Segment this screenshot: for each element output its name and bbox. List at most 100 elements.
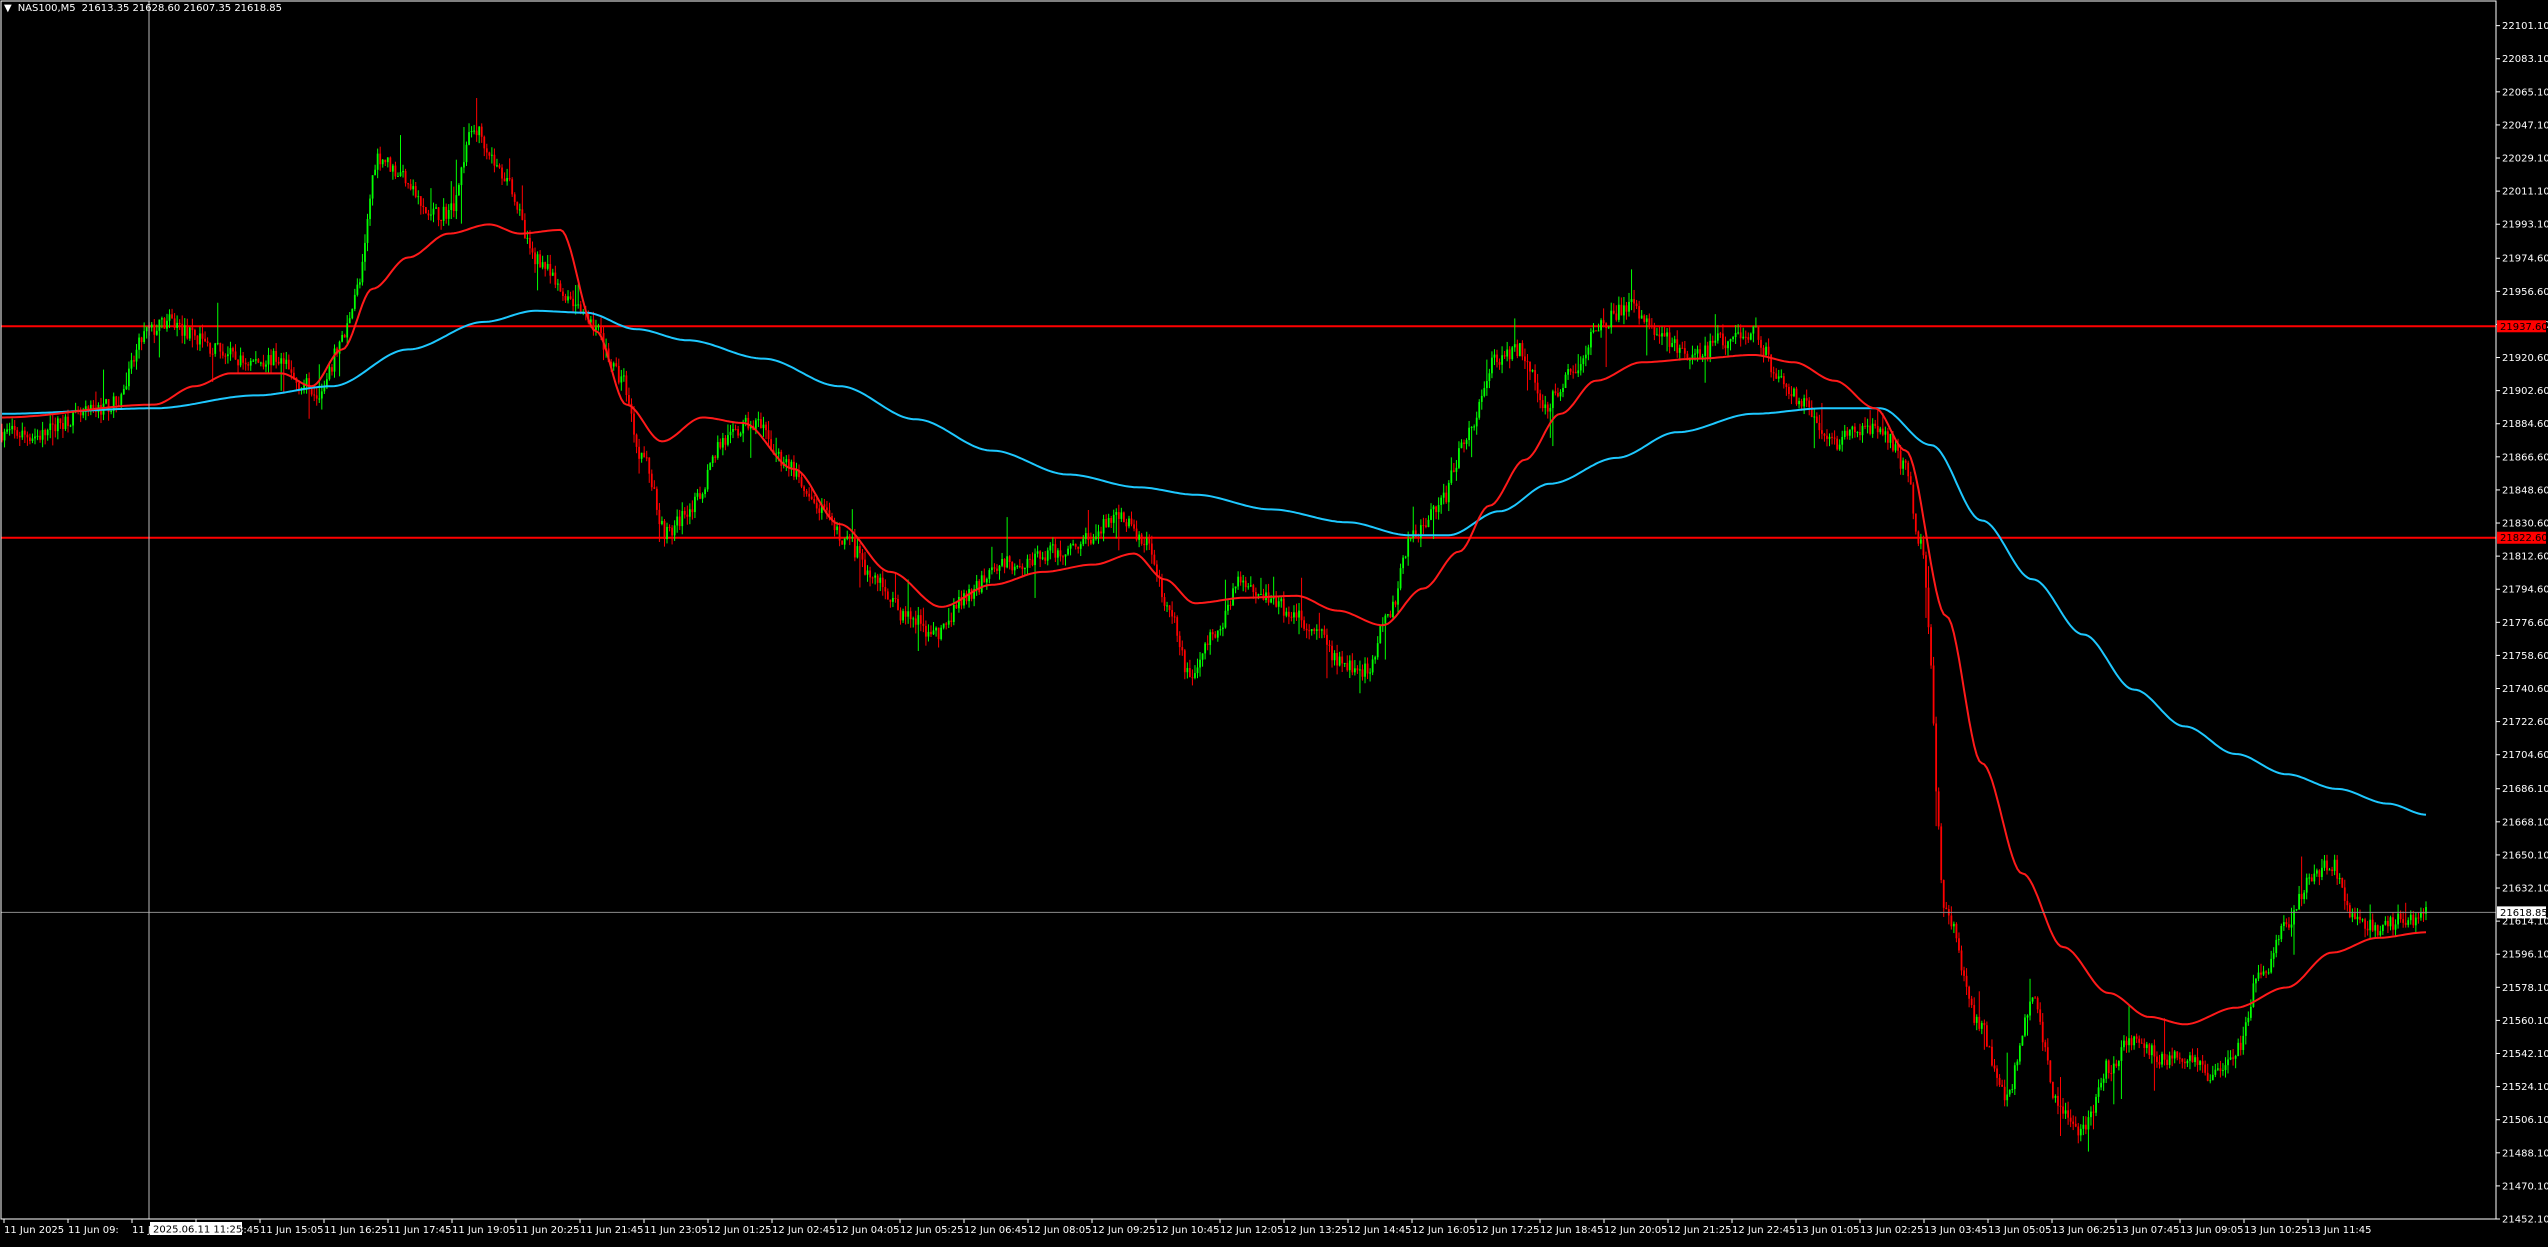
y-tick-label: 21596.10: [2502, 950, 2548, 961]
candle-body: [1828, 436, 1831, 439]
y-tick-label: 21650.10: [2502, 850, 2548, 861]
candle-body: [1480, 395, 1483, 402]
candle-body: [166, 320, 168, 329]
candle-body: [1752, 326, 1755, 334]
candle-body: [376, 153, 379, 170]
chart-canvas[interactable]: 22101.10 22083.10 22065.10 22047.10 22029.10…: [0, 0, 2548, 1243]
candle-body: [23, 430, 26, 435]
candle-body: [285, 359, 288, 364]
candle-body: [1879, 428, 1882, 433]
candle-body: [346, 323, 349, 338]
candle-body: [686, 514, 689, 517]
candle-body: [36, 435, 39, 437]
candle-body: [1102, 519, 1105, 534]
candle-body: [1006, 556, 1009, 568]
candle-body: [762, 424, 765, 429]
candle-body: [232, 348, 234, 352]
candle-body: [886, 591, 889, 600]
candle-body: [1818, 422, 1821, 431]
y-tick-label: 21758.60: [2502, 651, 2548, 662]
candle-body: [163, 318, 166, 329]
candle-body: [1024, 567, 1026, 570]
candle-body: [262, 362, 265, 367]
candle-body: [1161, 578, 1163, 598]
candle-body: [760, 419, 762, 429]
candle-body: [1120, 512, 1123, 519]
candle-body: [2051, 1082, 2054, 1098]
candle-body: [424, 207, 427, 214]
candle: [2049, 1060, 2052, 1084]
candle-body: [155, 330, 158, 335]
y-tick-label: 21632.10: [2502, 884, 2548, 895]
candle-body: [2046, 1047, 2049, 1061]
y-tick-label: 21776.60: [2502, 618, 2548, 629]
candle-body: [409, 183, 412, 190]
candle-body: [1983, 1023, 1986, 1026]
candle-body: [1610, 310, 1613, 328]
candle-body: [493, 154, 496, 166]
candle-body: [1912, 484, 1915, 514]
candle-body: [2331, 869, 2333, 872]
candle-body: [2128, 1038, 2130, 1046]
candle-body: [473, 130, 476, 132]
dropdown-triangle-icon[interactable]: ▼: [4, 3, 12, 14]
candle-body: [2323, 860, 2326, 868]
x-tick-label: 12 Jun 06:45: [964, 1225, 1028, 1236]
price-chart[interactable]: 22101.10 22083.10 22065.10 22047.10 22029.10…: [0, 0, 2548, 1243]
candle-body: [653, 487, 656, 489]
candle-body: [1168, 605, 1171, 611]
candle-body: [993, 567, 996, 569]
candle-body: [1503, 355, 1506, 357]
candle-body: [1617, 304, 1620, 320]
candle-body: [2039, 1009, 2042, 1022]
y-tick-label: 22065.10: [2502, 87, 2548, 98]
candle-body: [1328, 644, 1331, 646]
candle-body: [1534, 370, 1536, 383]
candle-body: [2280, 925, 2283, 940]
candle-body: [391, 165, 394, 172]
candle-body: [2260, 972, 2262, 975]
candle: [1140, 532, 1143, 546]
candle-body: [2102, 1078, 2105, 1083]
candle-body: [455, 195, 458, 212]
candle-body: [541, 262, 544, 268]
candle-body: [143, 331, 146, 343]
candle-body: [701, 494, 704, 499]
candle-body: [1244, 580, 1247, 588]
candle-body: [196, 335, 199, 345]
candle-body: [1427, 519, 1430, 528]
candle-body: [506, 178, 509, 182]
candle-body: [1338, 656, 1341, 666]
x-tick-label: 13 Jun 11:45: [2308, 1225, 2372, 1236]
candle-body: [1206, 643, 1209, 645]
candle-body: [1430, 509, 1432, 520]
candle-body: [31, 438, 34, 441]
candle-body: [2270, 958, 2273, 973]
candle-body: [2318, 870, 2321, 877]
candle-body: [1442, 492, 1445, 498]
candle-body: [1064, 554, 1067, 557]
candle-body: [1287, 611, 1290, 617]
candle-body: [1224, 610, 1227, 628]
candle-body: [899, 610, 902, 621]
candle-body: [404, 171, 407, 184]
candle-body: [221, 351, 224, 356]
candle-body: [2059, 1105, 2062, 1107]
candle-body: [765, 424, 767, 431]
candle-body: [1336, 653, 1339, 666]
candle-body: [2067, 1110, 2070, 1118]
candle-body: [841, 540, 844, 545]
candle-body: [1435, 506, 1437, 513]
candle-body: [1252, 585, 1255, 593]
crosshair-time-label: 2025.06.11 11:25: [153, 1225, 242, 1236]
candle-body: [1351, 660, 1354, 673]
candle-body: [2234, 1056, 2237, 1059]
x-tick-label: 13 Jun 09:05: [2180, 1225, 2244, 1236]
candle-body: [1574, 372, 1577, 374]
x-tick-label: 11 Jun 20:25: [516, 1225, 580, 1236]
candle-body: [397, 176, 399, 178]
candle-body: [1681, 347, 1684, 349]
candle-body: [1084, 533, 1087, 539]
candle-body: [1333, 653, 1336, 661]
y-tick-label: 21470.10: [2502, 1181, 2548, 1192]
